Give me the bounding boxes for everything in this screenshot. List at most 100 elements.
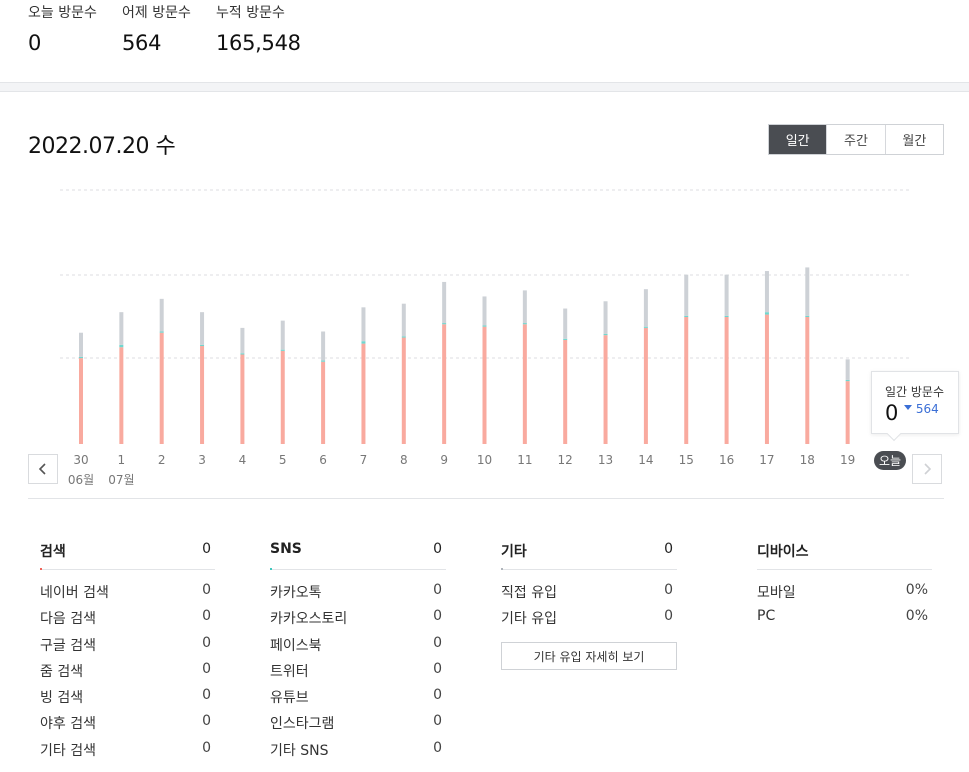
tab-weekly[interactable]: 주간: [826, 125, 885, 154]
bar-segment[interactable]: [482, 326, 487, 444]
bar-segment[interactable]: [643, 326, 648, 328]
bar-segment[interactable]: [563, 339, 568, 444]
list-item: 구글 검색 0: [40, 623, 215, 654]
bar-segment[interactable]: [845, 381, 850, 444]
bar-segment[interactable]: [159, 331, 164, 333]
source-title: SNS: [270, 541, 302, 557]
tab-monthly[interactable]: 월간: [884, 125, 943, 154]
bar-segment[interactable]: [321, 361, 326, 444]
bar-segment[interactable]: [764, 271, 769, 313]
bar-segment[interactable]: [684, 274, 689, 316]
bar-segment[interactable]: [522, 323, 527, 325]
caret-down-icon: [904, 405, 912, 410]
bar-segment[interactable]: [119, 344, 124, 348]
bar-segment[interactable]: [240, 354, 245, 444]
bar-segment[interactable]: [119, 312, 124, 345]
bar-segment[interactable]: [401, 336, 406, 338]
list-item: 줌 검색 0: [40, 649, 215, 680]
bar-segment[interactable]: [321, 331, 326, 361]
bar-segment[interactable]: [724, 274, 729, 316]
tab-daily[interactable]: 일간: [769, 125, 827, 154]
item-label: 기타 유입: [501, 611, 557, 628]
bar-segment[interactable]: [603, 335, 608, 444]
bar-segment[interactable]: [724, 315, 729, 317]
bar-segment[interactable]: [845, 359, 850, 380]
x-tick-label: 10: [477, 453, 492, 467]
source-list: 카카오톡 0 카카오스토리 0 페이스북 0 트위터 0 유튜브 0 인스타그램 0 기타 …: [270, 570, 446, 759]
bar-segment[interactable]: [361, 307, 366, 342]
bar-segment[interactable]: [522, 324, 527, 444]
bar-segment[interactable]: [805, 317, 810, 444]
x-tick-label: 1: [118, 453, 126, 467]
bar-segment[interactable]: [200, 344, 205, 347]
bar-segment[interactable]: [764, 314, 769, 444]
bar-segment[interactable]: [724, 317, 729, 444]
bar-segment[interactable]: [280, 320, 285, 350]
bar-segment[interactable]: [159, 298, 164, 332]
x-tick-label: 2: [158, 453, 166, 467]
bar-segment[interactable]: [643, 289, 648, 327]
list-item: 카카오스토리 0: [270, 596, 446, 627]
visitor-summary: 오늘 방문수 0 어제 방문수 564 누적 방문수 165,548: [0, 0, 969, 82]
list-item: 기타 유입 0: [501, 596, 677, 627]
bar-segment[interactable]: [522, 290, 527, 324]
today-badge[interactable]: 오늘: [874, 451, 906, 470]
x-tick-label: 15: [679, 453, 694, 467]
bar-segment[interactable]: [240, 327, 245, 354]
bar-segment[interactable]: [563, 338, 568, 340]
x-tick-label: 5: [279, 453, 287, 467]
bar-segment[interactable]: [643, 327, 648, 444]
list-item: 페이스북 0: [270, 623, 446, 654]
list-item: 트위터 0: [270, 649, 446, 680]
bar-segment[interactable]: [401, 303, 406, 337]
bar-segment[interactable]: [482, 296, 487, 326]
x-tick-label: 9: [440, 453, 448, 467]
bar-segment[interactable]: [603, 301, 608, 334]
chart-prev-button[interactable]: [28, 454, 58, 484]
bar-segment[interactable]: [79, 332, 83, 357]
bar-segment[interactable]: [603, 333, 608, 336]
item-value: 0: [202, 739, 211, 756]
bar-segment[interactable]: [361, 343, 366, 444]
bar-segment[interactable]: [845, 379, 850, 382]
bar-segment[interactable]: [764, 312, 769, 315]
bar-segment[interactable]: [280, 349, 285, 351]
bar-segment[interactable]: [805, 315, 810, 317]
list-item: 유튜브 0: [270, 675, 446, 706]
bar-segment[interactable]: [805, 267, 810, 316]
bar-segment[interactable]: [119, 347, 124, 444]
bar-segment[interactable]: [563, 308, 568, 339]
bar-segment[interactable]: [401, 337, 406, 444]
chart-next-button[interactable]: [912, 454, 942, 484]
bar-segment[interactable]: [482, 325, 487, 327]
x-tick-label: 11: [517, 453, 532, 467]
bar-segment[interactable]: [442, 281, 447, 324]
month-label: 07월: [108, 473, 134, 487]
item-label: PC: [757, 608, 776, 625]
x-tick-label: 16: [719, 453, 734, 467]
bar-segment[interactable]: [240, 353, 245, 355]
bar-segment[interactable]: [79, 356, 83, 359]
list-item: 기타 검색 0: [40, 728, 215, 759]
x-tick-label: 17: [759, 453, 774, 467]
list-item: 인스타그램 0: [270, 701, 446, 732]
x-tick-label: 13: [598, 453, 613, 467]
source-header: 기타 0: [501, 536, 677, 570]
bar-segment[interactable]: [442, 324, 447, 444]
bar-segment[interactable]: [684, 315, 689, 317]
bar-segment[interactable]: [684, 317, 689, 444]
bar-segment[interactable]: [200, 346, 205, 444]
bar-segment[interactable]: [280, 350, 285, 444]
other-inflow-detail-button[interactable]: 기타 유입 자세히 보기: [501, 642, 677, 670]
item-label: 기타 SNS: [270, 742, 329, 759]
source-title: 검색: [40, 544, 66, 560]
bar-segment[interactable]: [159, 332, 164, 444]
bar-segment[interactable]: [200, 312, 205, 345]
bar-segment[interactable]: [442, 323, 447, 325]
period-toggle: 일간 주간 월간: [768, 124, 944, 155]
bar-segment[interactable]: [79, 358, 83, 444]
bar-segment[interactable]: [321, 360, 326, 362]
bar-segment[interactable]: [361, 341, 366, 344]
list-item: 네이버 검색 0: [40, 570, 215, 601]
source-list: 네이버 검색 0 다음 검색 0 구글 검색 0 줌 검색 0 빙 검색 0 야후 검색 0…: [40, 570, 215, 759]
